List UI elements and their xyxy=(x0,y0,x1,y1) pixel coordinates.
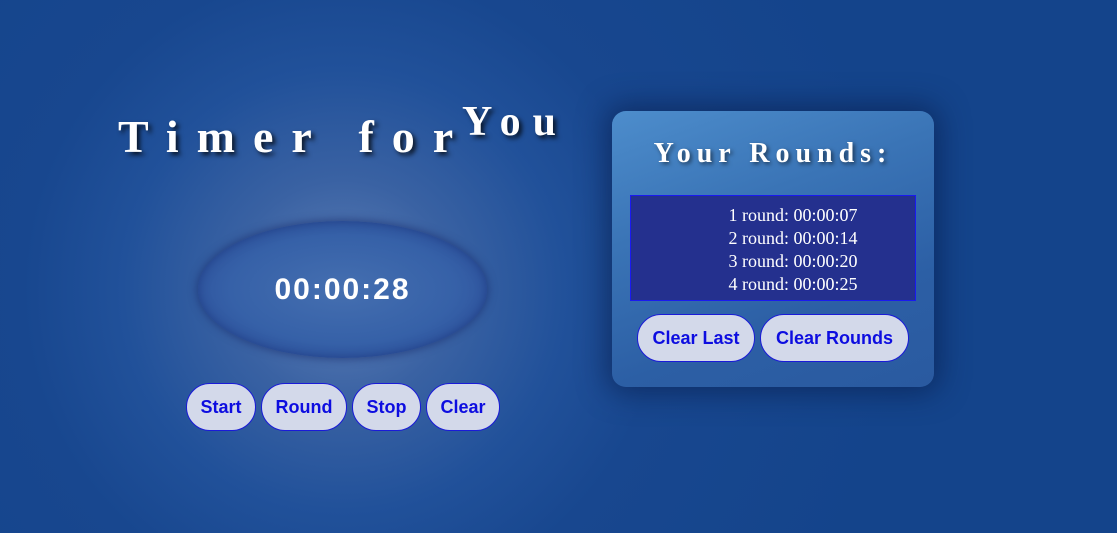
stop-button[interactable]: Stop xyxy=(352,383,421,431)
rounds-list: 1 round: 00:00:07 2 round: 00:00:14 3 ro… xyxy=(630,195,916,301)
rounds-title: Your Rounds: xyxy=(653,138,893,169)
page-title-superscript: You xyxy=(462,99,569,145)
timer-value: 00:00:28 xyxy=(274,272,411,306)
round-item: 4 round: 00:00:25 xyxy=(728,274,858,294)
clear-rounds-button[interactable]: Clear Rounds xyxy=(760,314,909,362)
round-button[interactable]: Round xyxy=(261,383,347,431)
rounds-panel: Your Rounds: 1 round: 00:00:07 2 round: … xyxy=(612,111,934,387)
clear-last-button[interactable]: Clear Last xyxy=(637,314,755,362)
round-item: 2 round: 00:00:14 xyxy=(728,228,858,248)
clear-button[interactable]: Clear xyxy=(426,383,500,431)
page-title: Timer for xyxy=(118,111,472,162)
start-button[interactable]: Start xyxy=(186,383,256,431)
round-item: 3 round: 00:00:20 xyxy=(728,251,858,271)
round-item: 1 round: 00:00:07 xyxy=(728,205,858,225)
timer-display: 00:00:28 xyxy=(198,221,487,358)
